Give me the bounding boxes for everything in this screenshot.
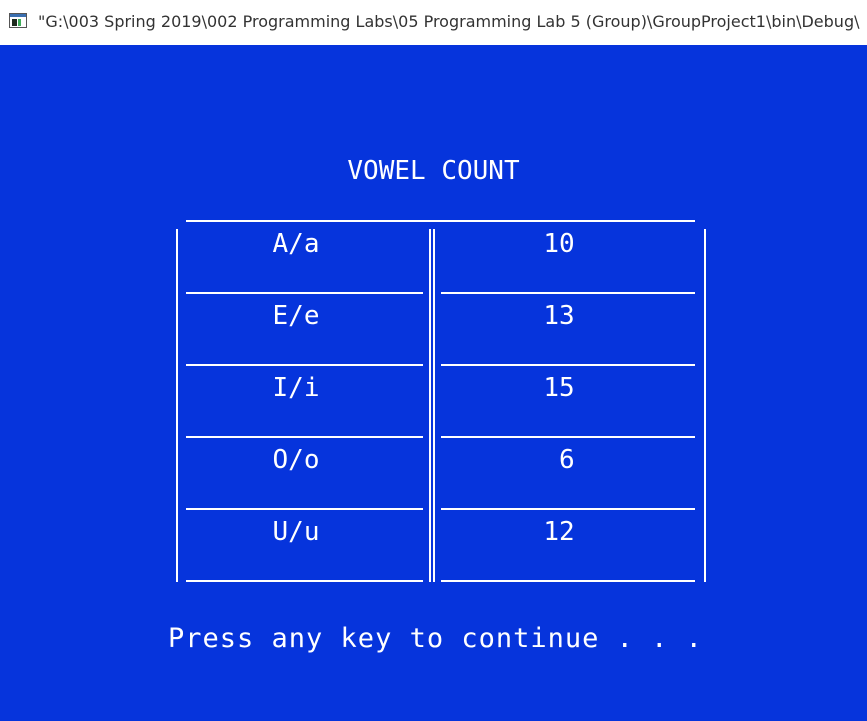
vowel-label: I/i bbox=[272, 373, 320, 403]
vowel-count: 13 bbox=[543, 301, 575, 331]
row-line-left bbox=[186, 436, 423, 438]
table-border-right bbox=[704, 229, 706, 582]
vowel-count: 10 bbox=[543, 229, 575, 259]
row-line-left bbox=[186, 364, 423, 366]
console-area[interactable]: VOWEL COUNT A/a 10 E/e 13 I/i 15 O/o 6 U… bbox=[0, 45, 867, 721]
vowel-table: A/a 10 E/e 13 I/i 15 O/o 6 U/u 12 bbox=[0, 45, 867, 721]
row-line-right bbox=[441, 508, 695, 510]
table-top-line bbox=[186, 220, 695, 222]
table-divider-left bbox=[429, 229, 431, 582]
row-line-right bbox=[441, 364, 695, 366]
console-app-icon bbox=[9, 13, 27, 28]
vowel-count: 15 bbox=[543, 373, 575, 403]
vowel-label: E/e bbox=[272, 301, 320, 331]
vowel-label: O/o bbox=[272, 445, 320, 475]
row-line-left bbox=[186, 292, 423, 294]
table-divider-right bbox=[433, 229, 435, 582]
continue-prompt: Press any key to continue . . . bbox=[168, 623, 703, 654]
vowel-label: A/a bbox=[272, 229, 320, 259]
row-line-right bbox=[441, 292, 695, 294]
window-title: "G:\003 Spring 2019\002 Programming Labs… bbox=[38, 12, 860, 31]
vowel-count: 6 bbox=[559, 445, 575, 475]
row-line-left bbox=[186, 580, 423, 582]
row-line-left bbox=[186, 508, 423, 510]
row-line-right bbox=[441, 580, 695, 582]
row-line-right bbox=[441, 436, 695, 438]
vowel-count: 12 bbox=[543, 517, 575, 547]
vowel-label: U/u bbox=[272, 517, 320, 547]
window-titlebar[interactable]: "G:\003 Spring 2019\002 Programming Labs… bbox=[0, 0, 867, 45]
